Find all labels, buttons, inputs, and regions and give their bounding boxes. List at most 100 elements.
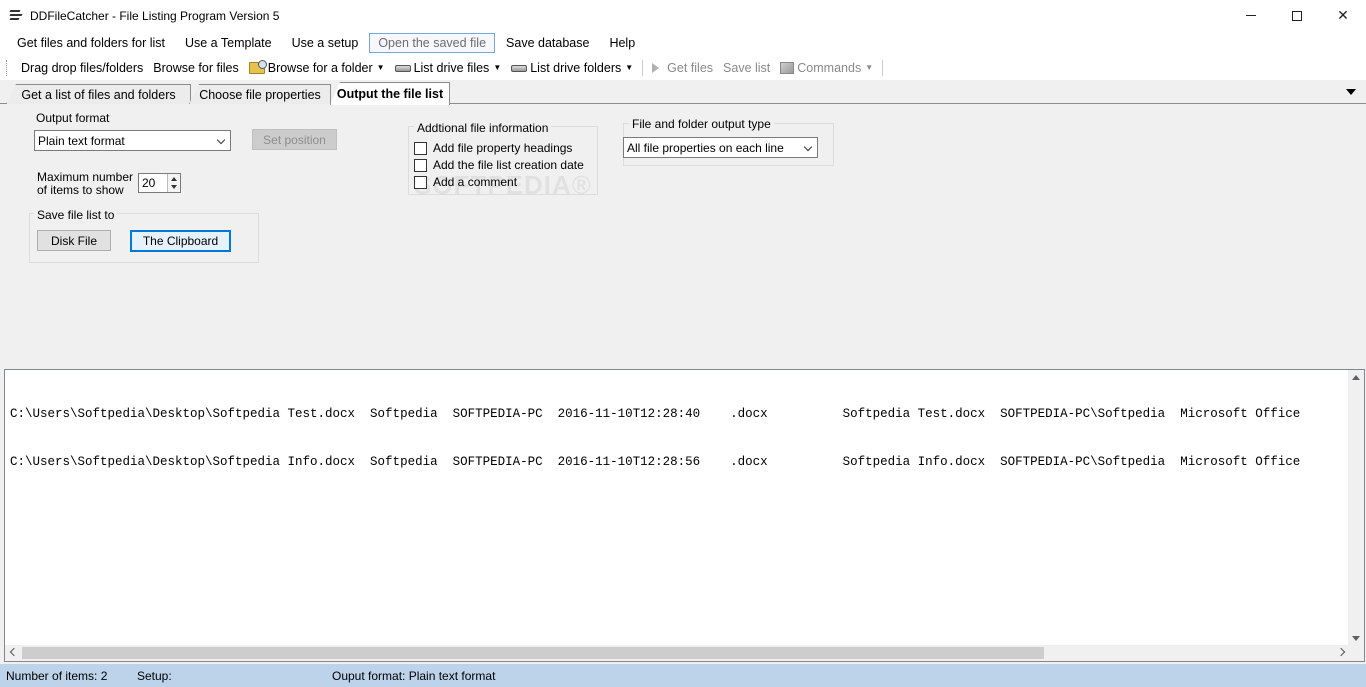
chevron-down-icon [216, 135, 226, 145]
output-type-select[interactable]: All file properties on each line [623, 137, 818, 158]
scroll-down-icon[interactable] [1352, 636, 1360, 641]
max-items-label: Maximum number of items to show [37, 171, 133, 197]
scrollbar-corner [1348, 645, 1364, 661]
max-items-value: 20 [142, 176, 156, 190]
vertical-scrollbar[interactable] [1348, 370, 1364, 646]
output-type-value: All file properties on each line [627, 140, 784, 155]
toolbar: Drag drop files/folders Browse for files… [0, 55, 1366, 80]
chevron-down-icon: ▼ [376, 63, 385, 72]
disk-file-label: Disk File [50, 233, 97, 248]
additional-info-title: Addtional file information [414, 121, 552, 135]
maximize-icon [1292, 10, 1302, 21]
output-format-label: Output format [36, 111, 110, 125]
tab-choose-properties-label: Choose file properties [199, 87, 321, 102]
add-headings-checkbox[interactable]: Add file property headings [414, 141, 572, 155]
save-list-label: Save list [723, 60, 771, 75]
checkbox-box [414, 141, 427, 155]
save-to-title: Save file list to [34, 208, 118, 222]
scroll-right-icon[interactable] [1336, 647, 1346, 657]
minimize-icon [1246, 15, 1256, 16]
window-title: DDFileCatcher - File Listing Program Ver… [30, 8, 280, 23]
list-drive-files-button[interactable]: List drive files ▼ [390, 61, 507, 75]
browse-files-label: Browse for files [153, 60, 239, 75]
title-bar: DDFileCatcher - File Listing Program Ver… [0, 0, 1366, 31]
tab-list-dropdown-icon[interactable] [1346, 89, 1356, 95]
list-drive-folders-button[interactable]: List drive folders ▼ [506, 61, 638, 75]
add-comment-checkbox[interactable]: Add a comment [414, 175, 517, 189]
menu-use-template[interactable]: Use a Template [176, 33, 281, 53]
tab-strip: Get a list of files and folders Choose f… [0, 82, 1366, 105]
chevron-down-icon: ▼ [865, 63, 874, 72]
max-items-stepper[interactable]: 20 [138, 173, 181, 193]
list-drive-folders-label: List drive folders [530, 60, 622, 75]
menu-help[interactable]: Help [600, 33, 644, 53]
output-format-value: Plain text format [38, 133, 125, 148]
tab-choose-properties[interactable]: Choose file properties [189, 84, 331, 104]
disk-file-button[interactable]: Disk File [37, 230, 111, 251]
clipboard-label: The Clipboard [142, 234, 219, 248]
output-type-title: File and folder output type [629, 117, 774, 131]
toolbar-separator [882, 59, 884, 76]
close-button[interactable]: ✕ [1320, 0, 1366, 31]
add-comment-label: Add a comment [433, 175, 518, 189]
stepper-down-icon[interactable] [171, 185, 177, 189]
maximize-button[interactable] [1274, 0, 1320, 31]
play-icon [652, 62, 660, 73]
app-logo-icon [8, 8, 24, 24]
stepper-up-icon[interactable] [171, 177, 177, 181]
file-list-lines: C:\Users\Softpedia\Desktop\Softpedia Tes… [10, 374, 1348, 645]
output-settings-panel: Output format Plain text format Set posi… [2, 104, 1364, 366]
toolbar-grip[interactable] [6, 59, 10, 76]
chevron-down-icon [803, 142, 813, 152]
chevron-down-icon: ▼ [625, 63, 634, 72]
checkbox-box [414, 175, 427, 189]
save-list-button[interactable]: Save list [718, 61, 775, 75]
add-creation-date-checkbox[interactable]: Add the file list creation date [414, 158, 584, 172]
add-headings-label: Add file property headings [433, 141, 573, 155]
drag-drop-button[interactable]: Drag drop files/folders [16, 61, 148, 75]
toolbar-separator [642, 59, 644, 76]
status-item-count: Number of items: 2 [6, 669, 108, 683]
tab-output-file-list[interactable]: Output the file list [330, 82, 450, 105]
menu-save-database[interactable]: Save database [497, 33, 598, 53]
max-items-label-line2: of items to show [37, 183, 124, 197]
browse-files-button[interactable]: Browse for files [148, 61, 243, 75]
horizontal-scrollbar[interactable] [5, 645, 1350, 661]
status-setup: Setup: [137, 669, 172, 683]
menu-open-saved-file[interactable]: Open the saved file [369, 33, 496, 53]
file-list-line: C:\Users\Softpedia\Desktop\Softpedia Tes… [10, 407, 1301, 421]
tab-get-list-label: Get a list of files and folders [21, 87, 176, 102]
horizontal-scroll-thumb[interactable] [22, 647, 1044, 659]
scroll-left-icon[interactable] [9, 647, 19, 657]
commands-icon [780, 61, 795, 74]
tab-output-file-list-label: Output the file list [336, 87, 444, 101]
menu-use-setup[interactable]: Use a setup [283, 33, 368, 53]
tab-get-list[interactable]: Get a list of files and folders [6, 84, 191, 104]
list-drive-files-label: List drive files [413, 60, 490, 75]
file-list-line: C:\Users\Softpedia\Desktop\Softpedia Inf… [10, 455, 1301, 469]
drag-drop-label: Drag drop files/folders [21, 60, 144, 75]
get-files-button[interactable]: Get files [647, 61, 718, 75]
chevron-down-icon: ▼ [493, 63, 502, 72]
set-position-label: Set position [263, 132, 326, 147]
browse-folder-button[interactable]: Browse for a folder ▼ [244, 59, 390, 75]
checkbox-box [414, 158, 427, 172]
set-position-button[interactable]: Set position [252, 129, 337, 150]
status-bar: Number of items: 2 Setup: Ouput format: … [0, 664, 1366, 687]
clipboard-button[interactable]: The Clipboard [130, 230, 231, 252]
drive-icon [511, 65, 528, 72]
commands-label: Commands [797, 60, 862, 75]
file-list-output[interactable]: C:\Users\Softpedia\Desktop\Softpedia Tes… [4, 369, 1365, 662]
menu-get-files[interactable]: Get files and folders for list [8, 33, 174, 53]
drive-icon [394, 65, 411, 72]
window-controls: ✕ [1228, 0, 1366, 31]
output-format-select[interactable]: Plain text format [34, 130, 231, 151]
commands-button[interactable]: Commands ▼ [775, 61, 878, 75]
stepper-arrows[interactable] [167, 174, 180, 192]
close-icon: ✕ [1337, 7, 1349, 23]
browse-folder-label: Browse for a folder [267, 60, 373, 75]
folder-search-icon [248, 59, 267, 74]
minimize-button[interactable] [1228, 0, 1274, 31]
add-creation-date-label: Add the file list creation date [433, 158, 584, 172]
scroll-up-icon[interactable] [1352, 375, 1360, 380]
